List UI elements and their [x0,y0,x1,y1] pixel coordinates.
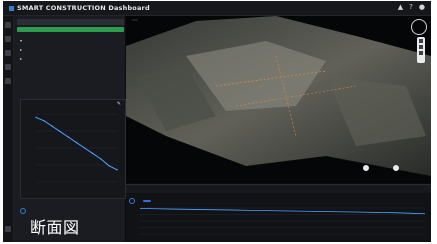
title-bar: SMART CONSTRUCTION Dashboard ▲ ? ● [3,1,431,16]
data-point [51,125,53,127]
bottom-tab-bar [126,184,431,193]
help-icon[interactable]: ? [409,3,413,11]
data-point [108,164,110,167]
chevron-right-icon: ▸ [20,56,23,61]
app-title: SMART CONSTRUCTION Dashboard [9,4,150,12]
data-point [59,130,61,133]
compass-icon[interactable] [411,19,427,35]
profile-action-button[interactable] [143,200,152,202]
data-point [116,169,118,171]
viewer-label [132,19,138,21]
mini-chart-series [35,116,118,171]
data-point [100,158,102,160]
rail-help-icon[interactable] [5,226,11,232]
radio-icon[interactable] [129,198,135,204]
app-screen: SMART CONSTRUCTION Dashboard ▲ ? ● ▾ ▸ ▸ [3,1,431,242]
reset-view-icon[interactable] [419,51,423,55]
data-point [75,141,78,144]
profile-chart [139,207,426,235]
data-point [43,120,45,122]
app-title-text: SMART CONSTRUCTION Dashboard [17,4,150,12]
notifications-icon[interactable]: ▲ [398,3,403,11]
rail-home-icon[interactable] [5,22,11,28]
left-icon-rail [3,16,14,242]
data-point [83,147,86,149]
point-cloud-viewer[interactable] [126,16,431,183]
point-cloud-image [126,16,431,176]
profile-chart-grid [140,207,425,235]
profile-chart-series [139,208,426,215]
panel-active-item[interactable] [17,27,124,32]
chevron-right-icon: ▸ [20,47,23,52]
profile-toggle[interactable] [20,208,29,214]
profile-mini-chart [35,113,118,183]
data-point [92,152,94,155]
rail-settings-icon[interactable] [5,64,11,70]
toggle-icon [20,208,26,214]
zoom-out-icon[interactable] [419,45,423,49]
chevron-down-icon: ▾ [20,38,23,43]
rail-layers-icon[interactable] [5,36,11,42]
rail-measure-icon[interactable] [5,50,11,56]
profile-panel [126,193,431,242]
tree-item-2[interactable]: ▸ [20,47,22,52]
panel-search-input[interactable] [17,19,124,25]
viewer-toolbar [417,37,425,63]
rail-share-icon[interactable] [5,78,11,84]
data-point [35,116,37,119]
user-avatar-icon[interactable]: ● [419,3,425,11]
left-panel: ▾ ▸ ▸ ✎ [14,16,126,242]
data-point [67,136,70,138]
titlebar-icons: ▲ ? ● [398,3,425,11]
tree-item-3[interactable]: ▸ [20,56,22,61]
edit-icon[interactable]: ✎ [117,101,121,107]
app-logo-icon [9,5,14,11]
tree-item-1[interactable]: ▾ [20,38,22,43]
profile-card: ✎ [20,99,126,199]
profile-controls [129,198,152,204]
zoom-in-icon[interactable] [419,39,423,43]
mini-chart-grid [36,113,117,183]
caption-label: 断面図 [30,218,80,237]
